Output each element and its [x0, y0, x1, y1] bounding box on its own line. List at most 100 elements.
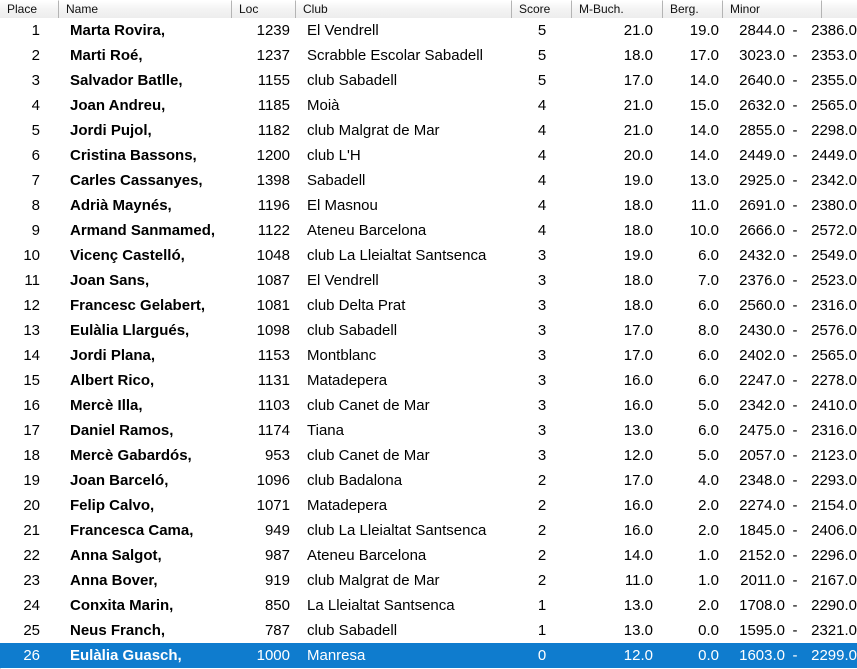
cell-score: 2 — [537, 547, 547, 564]
table-row[interactable]: 21 Francesca Cama, 949 club La Lleialtat Sa… — [0, 518, 857, 543]
cell-place: 1 — [31, 22, 40, 39]
cell-loc: 787 — [264, 622, 290, 639]
cell-minor-first: 2430.0 — [739, 322, 785, 339]
cell-minor-separator: - — [792, 347, 798, 364]
cell-name: Joan Andreu, — [70, 97, 166, 114]
table-row[interactable]: 10 Vicenç Castelló, 1048 club La Lleialtat … — [0, 243, 857, 268]
cell-name: Mercè Illa, — [70, 397, 143, 414]
table-row[interactable]: 25 Neus Franch, 787 club Sabadell 1 13.0 0.0 15… — [0, 618, 857, 643]
cell-minor-separator: - — [792, 597, 798, 614]
cell-loc: 1103 — [257, 397, 290, 414]
cell-name: Eulàlia Llargués, — [70, 322, 190, 339]
cell-loc: 1185 — [257, 97, 290, 114]
table-row[interactable]: 12 Francesc Gelabert, 1081 club Delta Prat 3… — [0, 293, 857, 318]
cell-minor-second: 2353.0 — [811, 47, 857, 64]
table-row[interactable]: 6 Cristina Bassons, 1200 club L'H 4 20.0 14.0 2… — [0, 143, 857, 168]
cell-berg: 13.0 — [689, 172, 719, 189]
cell-club: El Vendrell — [307, 272, 379, 289]
column-header-name[interactable]: Name — [59, 0, 232, 18]
column-header-minor[interactable]: Minor — [723, 0, 822, 18]
table-row[interactable]: 4 Joan Andreu, 1185 Moià 4 21.0 15.0 2632.0-256… — [0, 93, 857, 118]
cell-place: 14 — [23, 347, 40, 364]
table-row[interactable]: 7 Carles Cassanyes, 1398 Sabadell 4 19.0 13.0 2… — [0, 168, 857, 193]
cell-minor-second: 2355.0 — [811, 72, 857, 89]
cell-mbuch: 17.0 — [623, 347, 653, 364]
cell-berg: 14.0 — [689, 122, 719, 139]
column-header-loc[interactable]: Loc — [232, 0, 296, 18]
cell-berg: 19.0 — [689, 22, 719, 39]
cell-club: club L'H — [307, 147, 361, 164]
cell-place: 24 — [23, 597, 40, 614]
table-row[interactable]: 5 Jordi Pujol, 1182 club Malgrat de Mar 4 21.… — [0, 118, 857, 143]
cell-club: Moià — [307, 97, 340, 114]
table-row[interactable]: 3 Salvador Batlle, 1155 club Sabadell 5 17.0 1… — [0, 68, 857, 93]
cell-club: Ateneu Barcelona — [307, 547, 427, 564]
cell-loc: 987 — [264, 547, 290, 564]
cell-loc: 1182 — [257, 122, 290, 139]
cell-place: 23 — [23, 572, 40, 589]
table-row[interactable]: 9 Armand Sanmamed, 1122 Ateneu Barcelona 4 18… — [0, 218, 857, 243]
cell-minor-second: 2406.0 — [811, 522, 857, 539]
table-body: 1 Marta Rovira, 1239 El Vendrell 5 21.0 19.0 28… — [0, 18, 857, 668]
cell-minor-second: 2523.0 — [811, 272, 857, 289]
cell-mbuch: 13.0 — [623, 597, 653, 614]
table-row[interactable]: 22 Anna Salgot, 987 Ateneu Barcelona 2 14.0 1.… — [0, 543, 857, 568]
table-row[interactable]: 18 Mercè Gabardós, 953 club Canet de Mar 3 12… — [0, 443, 857, 468]
table-row[interactable]: 11 Joan Sans, 1087 El Vendrell 3 18.0 7.0 2376.… — [0, 268, 857, 293]
cell-mbuch: 13.0 — [623, 422, 653, 439]
cell-berg: 0.0 — [698, 647, 719, 664]
cell-minor-separator: - — [792, 497, 798, 514]
cell-score: 2 — [537, 472, 547, 489]
cell-minor-first: 2449.0 — [739, 147, 785, 164]
cell-score: 4 — [537, 172, 547, 189]
cell-club: club La Lleialtat Santsenca — [307, 522, 487, 539]
table-row-selected[interactable]: 26 Eulàlia Guasch, 1000 Manresa 0 12.0 0.0 1603… — [0, 643, 857, 668]
cell-place: 11 — [24, 272, 40, 289]
cell-minor-separator: - — [792, 97, 798, 114]
cell-berg: 14.0 — [689, 147, 719, 164]
cell-loc: 1087 — [256, 272, 290, 289]
cell-minor-separator: - — [792, 372, 798, 389]
cell-club: El Masnou — [307, 197, 378, 214]
table-row[interactable]: 24 Conxita Marin, 850 La Lleialtat Santsenc… — [0, 593, 857, 618]
cell-mbuch: 12.0 — [623, 447, 653, 464]
cell-minor-first: 2057.0 — [739, 447, 785, 464]
cell-minor-separator: - — [792, 172, 798, 189]
table-row[interactable]: 16 Mercè Illa, 1103 club Canet de Mar 3 16.0 5… — [0, 393, 857, 418]
cell-score: 3 — [537, 247, 547, 264]
column-header-club[interactable]: Club — [296, 0, 512, 18]
table-row[interactable]: 17 Daniel Ramos, 1174 Tiana 3 13.0 6.0 2475.0-2… — [0, 418, 857, 443]
table-row[interactable]: 23 Anna Bover, 919 club Malgrat de Mar 2 11.0… — [0, 568, 857, 593]
cell-berg: 6.0 — [698, 372, 719, 389]
cell-name: Marta Rovira, — [70, 22, 166, 39]
table-row[interactable]: 19 Joan Barceló, 1096 club Badalona 2 17.0 4.0… — [0, 468, 857, 493]
cell-club: club Badalona — [307, 472, 403, 489]
cell-mbuch: 18.0 — [623, 47, 653, 64]
table-header-row: Place Name Loc Club Score M-Buch. Berg. … — [0, 0, 857, 18]
table-row[interactable]: 13 Eulàlia Llargués, 1098 club Sabadell 3 17.… — [0, 318, 857, 343]
cell-club: La Lleialtat Santsenca — [307, 597, 455, 614]
table-row[interactable]: 1 Marta Rovira, 1239 El Vendrell 5 21.0 19.0 28… — [0, 18, 857, 43]
cell-mbuch: 13.0 — [623, 622, 653, 639]
column-header-berg[interactable]: Berg. — [663, 0, 723, 18]
cell-name: Anna Bover, — [70, 572, 158, 589]
table-row[interactable]: 8 Adrià Maynés, 1196 El Masnou 4 18.0 11.0 2691… — [0, 193, 857, 218]
cell-berg: 5.0 — [698, 447, 719, 464]
cell-minor-separator: - — [792, 322, 798, 339]
table-row[interactable]: 2 Marti Roé, 1237 Scrabble Escolar Sabadell… — [0, 43, 857, 68]
table-row[interactable]: 20 Felip Calvo, 1071 Matadepera 2 16.0 2.0 2274… — [0, 493, 857, 518]
column-header-mbuch[interactable]: M-Buch. — [572, 0, 663, 18]
cell-place: 7 — [31, 172, 40, 189]
table-row[interactable]: 15 Albert Rico, 1131 Matadepera 3 16.0 6.0 2247… — [0, 368, 857, 393]
cell-name: Mercè Gabardós, — [70, 447, 192, 464]
cell-mbuch: 21.0 — [623, 122, 653, 139]
table-row[interactable]: 14 Jordi Plana, 1153 Montblanc 3 17.0 6.0 2402.… — [0, 343, 857, 368]
cell-name: Marti Roé, — [70, 47, 143, 64]
cell-place: 26 — [23, 647, 40, 664]
column-header-score[interactable]: Score — [512, 0, 572, 18]
cell-minor-first: 2844.0 — [739, 22, 785, 39]
column-header-place[interactable]: Place — [0, 0, 59, 18]
cell-minor-second: 2299.0 — [811, 647, 857, 664]
cell-mbuch: 19.0 — [623, 247, 653, 264]
cell-club: Tiana — [307, 422, 344, 439]
